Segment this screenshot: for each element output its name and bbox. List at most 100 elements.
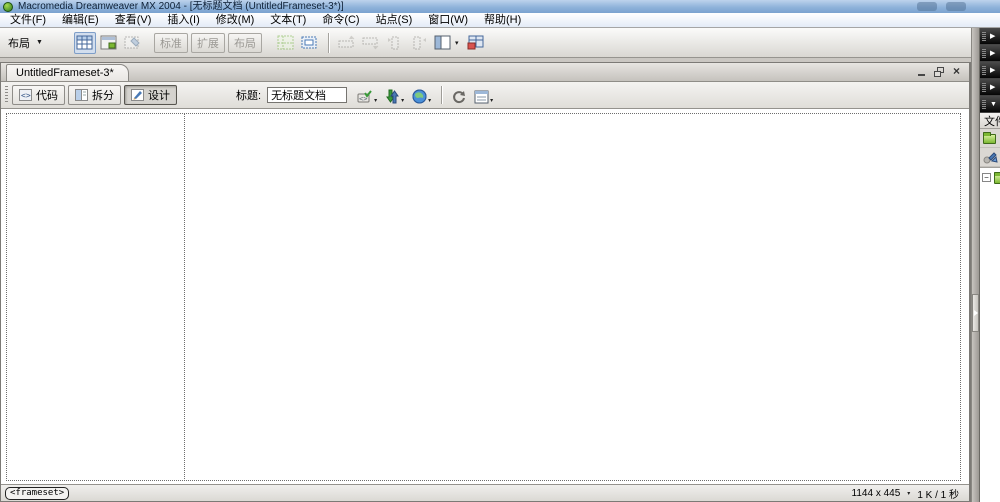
- code-view-button[interactable]: <> 代码: [12, 85, 65, 105]
- files-tree: −: [980, 167, 1000, 502]
- expand-arrow-icon: ▶: [990, 83, 996, 91]
- dock-collapse-button[interactable]: [972, 294, 979, 332]
- window-size-value: 1144 x 445: [851, 487, 901, 499]
- mode-layout-button[interactable]: 布局: [227, 32, 262, 53]
- window-titlebar: Macromedia Dreamweaver MX 2004 - [无标题文档 …: [0, 0, 1000, 13]
- menu-commands[interactable]: 命令(C): [314, 13, 367, 27]
- frame-divider[interactable]: [184, 113, 185, 481]
- mode-expanded-button[interactable]: 扩展: [190, 32, 225, 53]
- menu-bar: 文件(F) 编辑(E) 查看(V) 插入(I) 修改(M) 文本(T) 命令(C…: [0, 13, 1000, 28]
- doc-restore-button[interactable]: [933, 66, 944, 77]
- doc-close-button[interactable]: ×: [953, 65, 960, 77]
- layout-table-button[interactable]: [275, 32, 297, 54]
- draw-layer-button[interactable]: [122, 32, 144, 54]
- files-toolbar-row[interactable]: [980, 148, 1000, 167]
- import-tabular-data-button[interactable]: [464, 32, 486, 54]
- draw-layout-cell-button[interactable]: [299, 32, 321, 54]
- panel-group-header-3[interactable]: ▶: [980, 62, 1000, 79]
- split-view-button[interactable]: 拆分: [68, 85, 121, 105]
- document-tab[interactable]: UntitledFrameset-3*: [6, 64, 129, 81]
- menu-window[interactable]: 窗口(W): [420, 13, 476, 27]
- toolbar-separator: [327, 32, 329, 53]
- window-controls: [917, 2, 966, 11]
- insert-row-below-icon: [362, 37, 379, 50]
- tab-files[interactable]: 文件: [984, 113, 1000, 128]
- browser-check-icon: <>: [357, 90, 372, 103]
- menu-insert[interactable]: 插入(I): [159, 13, 207, 27]
- design-canvas[interactable]: [1, 109, 969, 484]
- document-window-controls: ×: [917, 65, 960, 78]
- insert-category-dropdown[interactable]: 布局 ▼: [8, 35, 43, 51]
- dock-splitter[interactable]: [971, 28, 979, 502]
- preview-in-browser-button[interactable]: ▾: [412, 86, 431, 104]
- layout-table-icon: [277, 35, 294, 50]
- panel-group-header-files[interactable]: ▼: [980, 96, 1000, 113]
- insert-column-left-icon: [387, 36, 399, 50]
- menu-modify[interactable]: 修改(M): [208, 13, 263, 27]
- design-view-button[interactable]: 设计: [124, 85, 177, 105]
- files-site-row[interactable]: [980, 129, 1000, 148]
- insert-div-button[interactable]: [98, 32, 120, 54]
- mode-standard-button[interactable]: 标准: [153, 32, 188, 53]
- insert-row-below-button[interactable]: [360, 32, 382, 54]
- menu-help[interactable]: 帮助(H): [476, 13, 529, 27]
- design-view-icon: [131, 89, 144, 101]
- panel-gripper: [982, 82, 986, 92]
- code-view-icon: <>: [19, 89, 32, 101]
- draw-layer-icon: [124, 36, 141, 49]
- document-size-time: 1 K / 1 秒: [917, 489, 959, 501]
- frame-right[interactable]: [186, 114, 960, 480]
- frame-left[interactable]: [7, 114, 183, 480]
- insert-column-right-button[interactable]: [408, 32, 430, 54]
- file-management-dropdown-arrow: ▾: [401, 98, 405, 104]
- insert-bar: 布局 ▼ 标准 扩展 布局 ▾: [0, 28, 971, 58]
- panel-group-header-1[interactable]: ▶: [980, 28, 1000, 45]
- status-right-group: 1144 x 445 ▾ 1 K / 1 秒: [852, 486, 959, 501]
- toolbar-gripper: [5, 86, 8, 104]
- document-toolbar: <> 代码 拆分 设计 标题: 无标题文档 <> ▾ ▾ ▾ ▾: [1, 82, 969, 109]
- tree-collapse-expander[interactable]: −: [982, 173, 991, 182]
- connect-to-remote-icon: [983, 151, 998, 163]
- menu-file[interactable]: 文件(F): [2, 13, 54, 27]
- expand-arrow-icon: ▶: [990, 32, 996, 40]
- window-maximize-button[interactable]: [946, 2, 966, 11]
- split-view-label: 拆分: [92, 90, 114, 102]
- insert-table-icon: [76, 35, 93, 50]
- design-view-label: 设计: [148, 90, 170, 102]
- doc-minimize-button[interactable]: [917, 74, 925, 76]
- draw-layout-cell-icon: [301, 36, 317, 49]
- browser-check-dropdown-arrow: ▾: [374, 98, 378, 104]
- panel-group-header-4[interactable]: ▶: [980, 79, 1000, 96]
- import-tabular-data-icon: [467, 35, 484, 50]
- file-management-icon: [386, 89, 400, 104]
- panel-gripper: [982, 48, 986, 58]
- frames-button[interactable]: [432, 32, 454, 54]
- dock-collapse-arrow-icon: [973, 310, 978, 316]
- site-root-folder-icon[interactable]: [994, 172, 1000, 184]
- panel-gripper: [982, 65, 986, 75]
- browser-check-button[interactable]: <> ▾: [357, 86, 377, 104]
- window-size-dropdown-arrow[interactable]: ▾: [907, 490, 910, 497]
- menu-text[interactable]: 文本(T): [262, 13, 314, 27]
- view-options-dropdown-arrow: ▾: [490, 98, 494, 104]
- menu-view[interactable]: 查看(V): [107, 13, 160, 27]
- preview-dropdown-arrow: ▾: [428, 98, 432, 104]
- frames-dropdown-arrow[interactable]: ▾: [455, 39, 459, 47]
- title-field-label: 标题:: [236, 90, 262, 102]
- document-window: UntitledFrameset-3* × <> 代码 拆分 设计 标题: 无标…: [0, 62, 971, 502]
- view-options-button[interactable]: ▾: [474, 86, 493, 104]
- panel-group-header-2[interactable]: ▶: [980, 45, 1000, 62]
- window-minimize-button[interactable]: [917, 2, 937, 11]
- file-management-button[interactable]: ▾: [385, 86, 404, 104]
- insert-row-above-button[interactable]: [336, 32, 358, 54]
- document-title-input[interactable]: [267, 87, 348, 103]
- menu-site[interactable]: 站点(S): [368, 13, 421, 27]
- insert-column-left-button[interactable]: [384, 32, 406, 54]
- tag-selector-frameset[interactable]: <frameset>: [5, 486, 70, 500]
- menu-edit[interactable]: 编辑(E): [54, 13, 107, 27]
- collapse-arrow-icon: ▼: [990, 100, 997, 108]
- left-column: 布局 ▼ 标准 扩展 布局 ▾ UntitledFrameset-3* × <>…: [0, 28, 971, 502]
- refresh-button[interactable]: [452, 86, 466, 104]
- expand-arrow-icon: ▶: [990, 49, 996, 57]
- insert-table-button[interactable]: [73, 31, 96, 54]
